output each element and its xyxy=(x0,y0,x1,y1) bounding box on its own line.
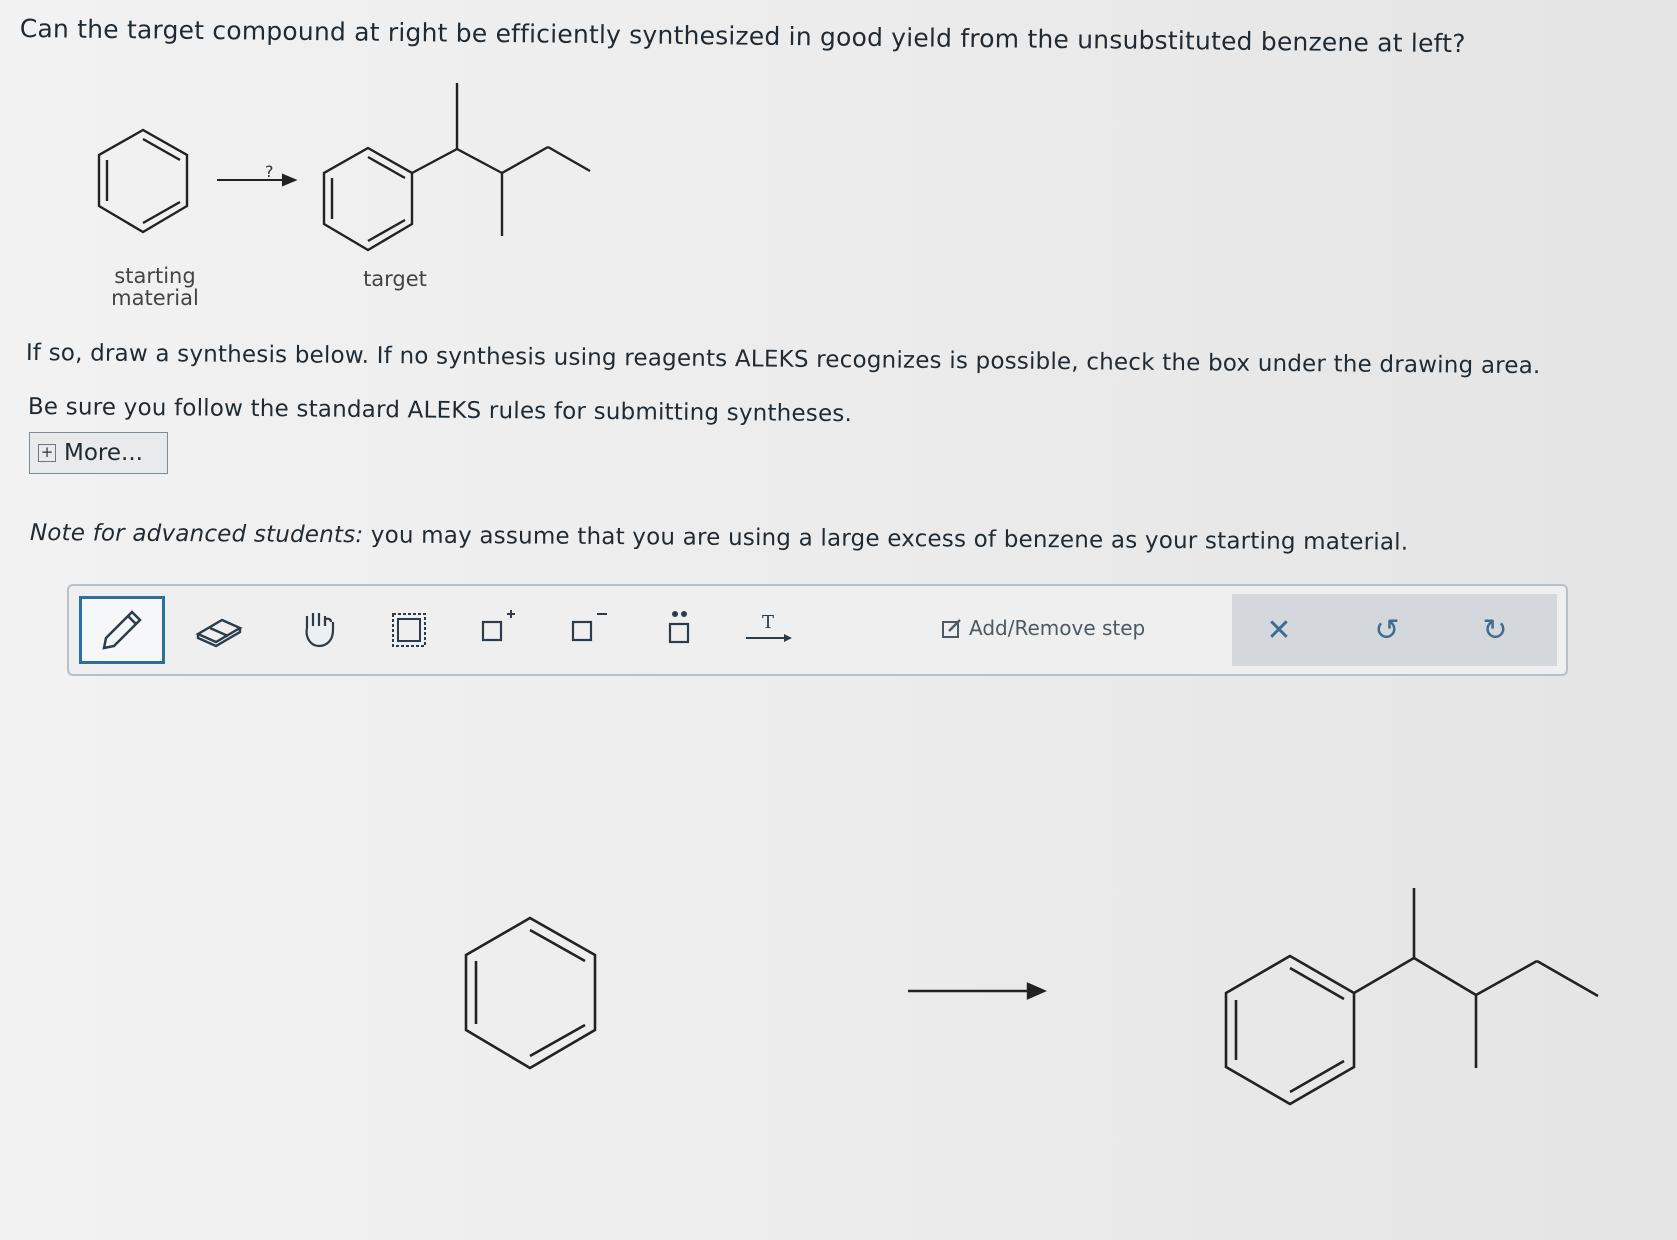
eraser-icon xyxy=(195,618,243,648)
negative-charge-tool[interactable] xyxy=(549,596,629,664)
target-label: target xyxy=(363,267,427,291)
canvas-target-molecule xyxy=(1224,888,1599,1106)
starting-benzene xyxy=(97,128,189,234)
reaction-arrow-tool[interactable]: T xyxy=(729,596,809,664)
hand-icon xyxy=(305,613,335,648)
eraser-tool[interactable] xyxy=(179,596,259,664)
toolbar-actions: ✕ ↺ ↻ xyxy=(1232,594,1557,666)
question-text: Can the target compound at right be effi… xyxy=(19,14,1466,59)
negative-charge-icon xyxy=(571,613,607,642)
lone-pair-tool[interactable] xyxy=(639,596,719,664)
redo-button[interactable]: ↻ xyxy=(1470,608,1520,652)
pencil-tool[interactable] xyxy=(79,596,165,664)
undo-icon: ↺ xyxy=(1374,612,1400,648)
positive-charge-tool[interactable] xyxy=(459,596,539,664)
svg-text:T: T xyxy=(762,612,774,633)
edit-icon xyxy=(942,619,961,638)
add-remove-step-label: Add/Remove step xyxy=(969,616,1146,640)
note-text: you may assume that you are using a larg… xyxy=(363,522,1409,556)
drawing-toolbar: T Add/Remove step ✕ ↺ ↻ xyxy=(67,584,1568,676)
drawing-canvas[interactable] xyxy=(380,860,1640,1140)
scheme-arrow xyxy=(217,173,298,187)
target-molecule xyxy=(322,83,591,252)
selection-icon xyxy=(392,613,426,647)
arrow-text-icon: T xyxy=(746,612,792,642)
plus-icon: + xyxy=(38,444,56,462)
canvas-arrow xyxy=(908,982,1047,1000)
canvas-structures xyxy=(464,888,1599,1106)
positive-charge-icon xyxy=(481,610,515,642)
lone-pair-icon xyxy=(668,611,690,644)
note-prefix: Note for advanced students: xyxy=(29,520,364,549)
redo-icon: ↻ xyxy=(1482,612,1508,648)
advanced-note: Note for advanced students: you may assu… xyxy=(30,520,1409,556)
select-tool[interactable] xyxy=(369,596,449,664)
clear-button[interactable]: ✕ xyxy=(1254,608,1304,652)
instruction-line-2: Be sure you follow the standard ALEKS ru… xyxy=(27,394,853,428)
instruction-line-1: If so, draw a synthesis below. If no syn… xyxy=(25,340,1541,380)
starting-material-label: starting material xyxy=(111,264,199,310)
more-button-label: More... xyxy=(64,440,143,466)
move-tool[interactable] xyxy=(279,596,359,664)
add-remove-step-button[interactable]: Add/Remove step xyxy=(941,616,1145,640)
more-button[interactable]: + More... xyxy=(29,432,168,474)
canvas-benzene xyxy=(464,916,597,1070)
close-icon: ✕ xyxy=(1266,612,1292,648)
arrow-question-mark: ? xyxy=(265,162,274,181)
pencil-icon xyxy=(102,610,142,650)
undo-button[interactable]: ↺ xyxy=(1362,608,1412,652)
